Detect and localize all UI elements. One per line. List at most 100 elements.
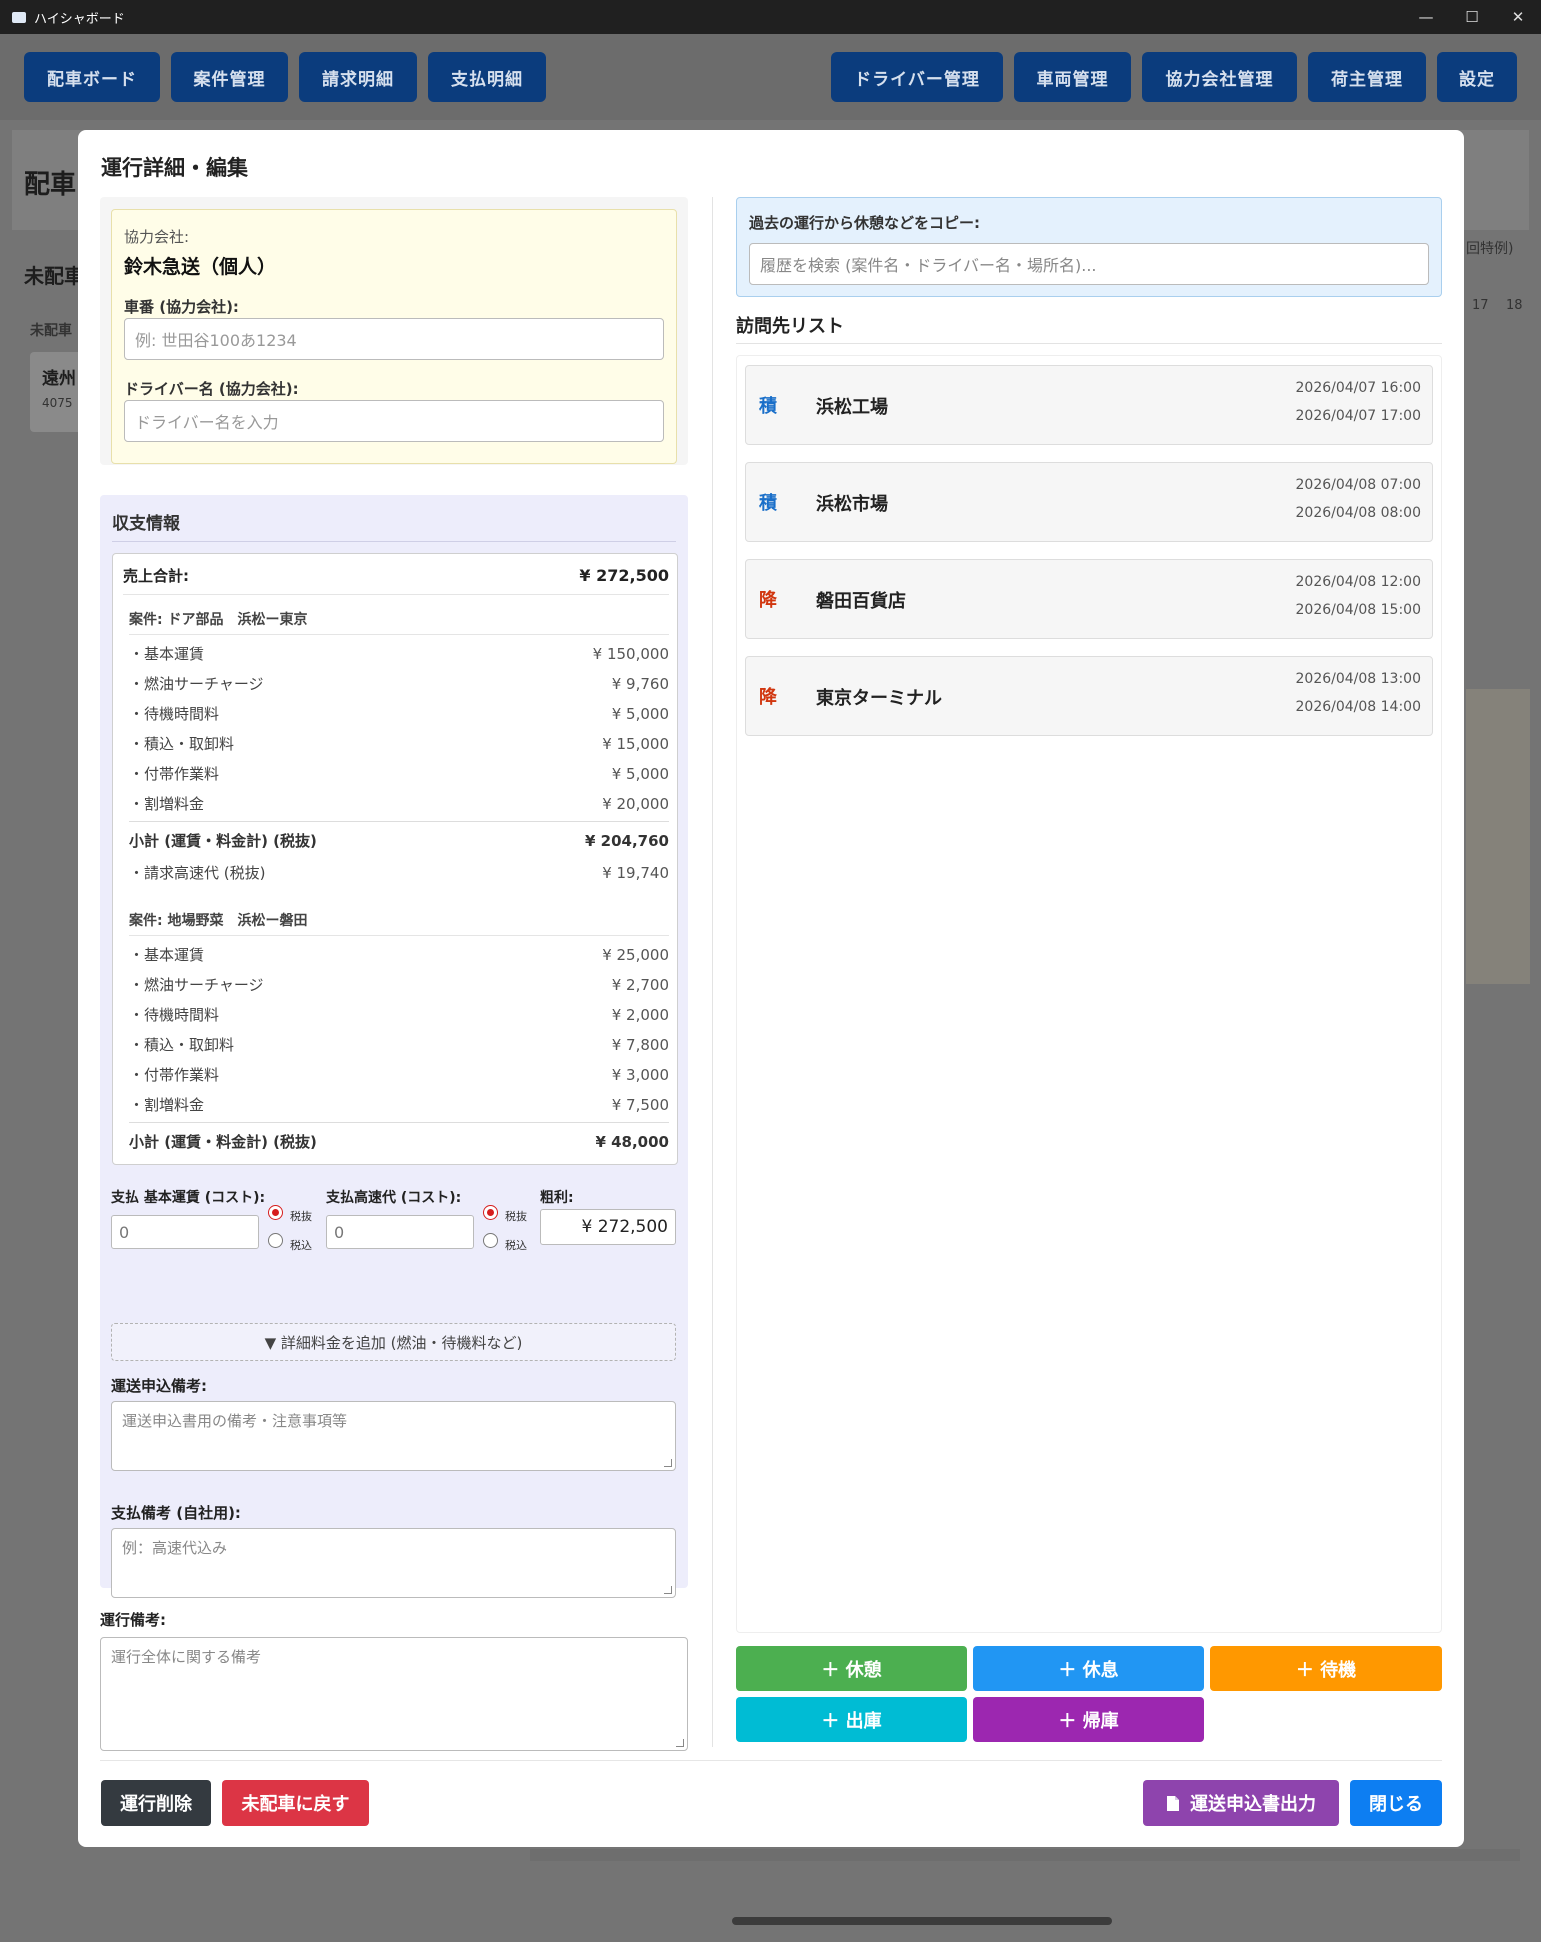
visit-item[interactable]: 降 磐田百貨店 2026/04/08 12:00 2026/04/08 15:0… — [745, 559, 1433, 639]
footer-divider — [100, 1760, 1442, 1761]
line-item-label: ・積込・取卸料 — [129, 735, 235, 753]
add-fee-toggle[interactable]: ▼ 詳細料金を追加 (燃油・待機料など) — [111, 1323, 676, 1361]
line-item-value: ¥ 25,000 — [602, 945, 669, 964]
transport-note-label: 運送申込備考: — [111, 1377, 207, 1395]
line-item-value: ¥ 15,000 — [602, 734, 669, 753]
visit-end-time: 2026/04/08 08:00 — [1295, 505, 1422, 521]
bg-scrollbar-thumb[interactable] — [732, 1917, 1112, 1925]
nav-vehicles[interactable]: 車両管理 — [1014, 52, 1131, 102]
add-rest-button[interactable]: ＋ 休息 — [973, 1646, 1204, 1691]
close-icon[interactable]: ✕ — [1495, 0, 1541, 34]
line-item: ・積込・取卸料 ¥ 15,000 — [113, 733, 679, 754]
line-item-label: ・基本運賃 — [129, 645, 205, 663]
visit-start-time: 2026/04/08 13:00 — [1295, 671, 1422, 687]
minimize-icon[interactable]: — — [1403, 0, 1449, 34]
visit-end-time: 2026/04/08 15:00 — [1295, 602, 1422, 618]
line-item: ・待機時間料 ¥ 2,000 — [113, 1004, 679, 1025]
bg-scrollbar-track — [530, 1849, 1520, 1861]
nav-settings[interactable]: 設定 — [1437, 52, 1517, 102]
line-item-value: ¥ 3,000 — [611, 1065, 669, 1084]
pay-base-tax-excl-label: 税抜 — [290, 1210, 312, 1223]
sales-total-value: ¥ 272,500 — [579, 566, 669, 585]
unassign-button[interactable]: 未配車に戻す — [222, 1780, 369, 1826]
pay-note-placeholder: 例：高速代込み — [122, 1539, 228, 1557]
history-search-input[interactable]: 履歴を検索 (案件名・ドライバー名・場所名)... — [749, 243, 1429, 285]
bg-page-title: 配車 — [24, 170, 77, 200]
bg-unassigned-label: 未配車 — [30, 323, 72, 339]
partner-company-name: 鈴木急送（個人） — [124, 256, 277, 278]
nav-drivers[interactable]: ドライバー管理 — [831, 52, 1003, 102]
visit-kind-badge: 降 — [759, 687, 777, 708]
partner-box: 協力会社: 鈴木急送（個人） 車番 (協力会社): 例: 世田谷100あ1234… — [111, 209, 677, 464]
modal-title: 運行詳細・編集 — [101, 156, 248, 180]
line-item: ・割増料金 ¥ 7,500 — [113, 1094, 679, 1115]
add-departure-button[interactable]: ＋ 出庫 — [736, 1697, 967, 1742]
divider — [129, 935, 669, 936]
line-item: ・付帯作業料 ¥ 5,000 — [113, 763, 679, 784]
add-break-button[interactable]: ＋ 休憩 — [736, 1646, 967, 1691]
nav-partners[interactable]: 協力会社管理 — [1142, 52, 1297, 102]
visit-end-time: 2026/04/07 17:00 — [1295, 408, 1422, 424]
nav-shippers[interactable]: 荷主管理 — [1308, 52, 1426, 102]
line-item: ・待機時間料 ¥ 5,000 — [113, 703, 679, 724]
visit-end-time: 2026/04/08 14:00 — [1295, 699, 1422, 715]
pay-base-input[interactable]: 0 — [111, 1215, 259, 1249]
close-button[interactable]: 閉じる — [1350, 1780, 1442, 1826]
main-nav: 配車ボード 案件管理 請求明細 支払明細 ドライバー管理 車両管理 協力会社管理… — [0, 34, 1541, 120]
pay-toll-input[interactable]: 0 — [326, 1215, 474, 1249]
divider — [129, 821, 669, 822]
line-item-value: ¥ 5,000 — [611, 764, 669, 783]
operation-note-label: 運行備考: — [100, 1611, 166, 1629]
line-item-value: ¥ 9,760 — [611, 674, 669, 693]
add-wait-button[interactable]: ＋ 待機 — [1210, 1646, 1442, 1691]
divider — [129, 1122, 669, 1123]
pay-toll-tax-incl-radio[interactable] — [483, 1233, 498, 1248]
driver-name-input[interactable]: ドライバー名を入力 — [124, 400, 664, 442]
finance-section: 収支情報 売上合計: ¥ 272,500 案件: ドア部品 浜松ー東京 ・基本運… — [100, 495, 688, 1598]
line-item: ・積込・取卸料 ¥ 7,800 — [113, 1034, 679, 1055]
bg-timeline-block — [1466, 689, 1530, 984]
pay-base-label: 支払 基本運賃 (コスト): — [111, 1190, 266, 1206]
line-item-value: ¥ 2,000 — [611, 1005, 669, 1024]
line-item-value: ¥ 7,500 — [611, 1095, 669, 1114]
nav-dispatch-board[interactable]: 配車ボード — [24, 52, 160, 102]
line-item: ・燃油サーチャージ ¥ 9,760 — [113, 673, 679, 694]
divider — [736, 343, 1442, 344]
line-item-label: ・燃油サーチャージ — [129, 976, 264, 994]
nav-payments[interactable]: 支払明細 — [428, 52, 546, 102]
case-1-title: 案件: ドア部品 浜松ー東京 — [129, 612, 308, 628]
transport-note-textarea[interactable]: 運送申込書用の備考・注意事項等 — [111, 1401, 676, 1471]
nav-billing[interactable]: 請求明細 — [299, 52, 417, 102]
bg-hour-18: 18 — [1506, 298, 1523, 313]
export-label: 運送申込書出力 — [1190, 1794, 1316, 1815]
resize-grip-icon[interactable] — [664, 1459, 672, 1467]
line-item-label: ・基本運賃 — [129, 946, 205, 964]
divider — [129, 634, 669, 635]
line-item-label: ・付帯作業料 — [129, 765, 220, 783]
visit-item[interactable]: 積 浜松市場 2026/04/08 07:00 2026/04/08 08:00 — [745, 462, 1433, 542]
document-icon — [1167, 1795, 1179, 1811]
pay-base-tax-excl-radio[interactable] — [268, 1205, 283, 1220]
resize-grip-icon[interactable] — [676, 1739, 684, 1747]
line-item-value: ¥ 2,700 — [611, 975, 669, 994]
toll-row: ・請求高速代 (税抜) ¥ 19,740 — [113, 862, 679, 883]
subtotal-label: 小計 (運賃・料金計) (税抜) — [129, 832, 317, 850]
visit-item[interactable]: 積 浜松工場 2026/04/07 16:00 2026/04/07 17:00 — [745, 365, 1433, 445]
line-item-value: ¥ 5,000 — [611, 704, 669, 723]
line-item: ・基本運賃 ¥ 150,000 — [113, 643, 679, 664]
line-item: ・燃油サーチャージ ¥ 2,700 — [113, 974, 679, 995]
pay-toll-tax-excl-radio[interactable] — [483, 1205, 498, 1220]
nav-cases[interactable]: 案件管理 — [171, 52, 288, 102]
pay-base-tax-incl-radio[interactable] — [268, 1233, 283, 1248]
export-transport-form-button[interactable]: 運送申込書出力 — [1143, 1780, 1339, 1826]
add-return-button[interactable]: ＋ 帰庫 — [973, 1697, 1204, 1742]
resize-grip-icon[interactable] — [664, 1586, 672, 1594]
vehicle-number-input[interactable]: 例: 世田谷100あ1234 — [124, 318, 664, 360]
delete-trip-button[interactable]: 運行削除 — [101, 1780, 211, 1826]
operation-note-textarea[interactable]: 運行全体に関する備考 — [100, 1637, 688, 1751]
line-item-label: ・積込・取卸料 — [129, 1036, 235, 1054]
maximize-icon[interactable]: ☐ — [1449, 0, 1495, 34]
visit-item[interactable]: 降 東京ターミナル 2026/04/08 13:00 2026/04/08 14… — [745, 656, 1433, 736]
line-item: ・付帯作業料 ¥ 3,000 — [113, 1064, 679, 1085]
pay-note-textarea[interactable]: 例：高速代込み — [111, 1528, 676, 1598]
